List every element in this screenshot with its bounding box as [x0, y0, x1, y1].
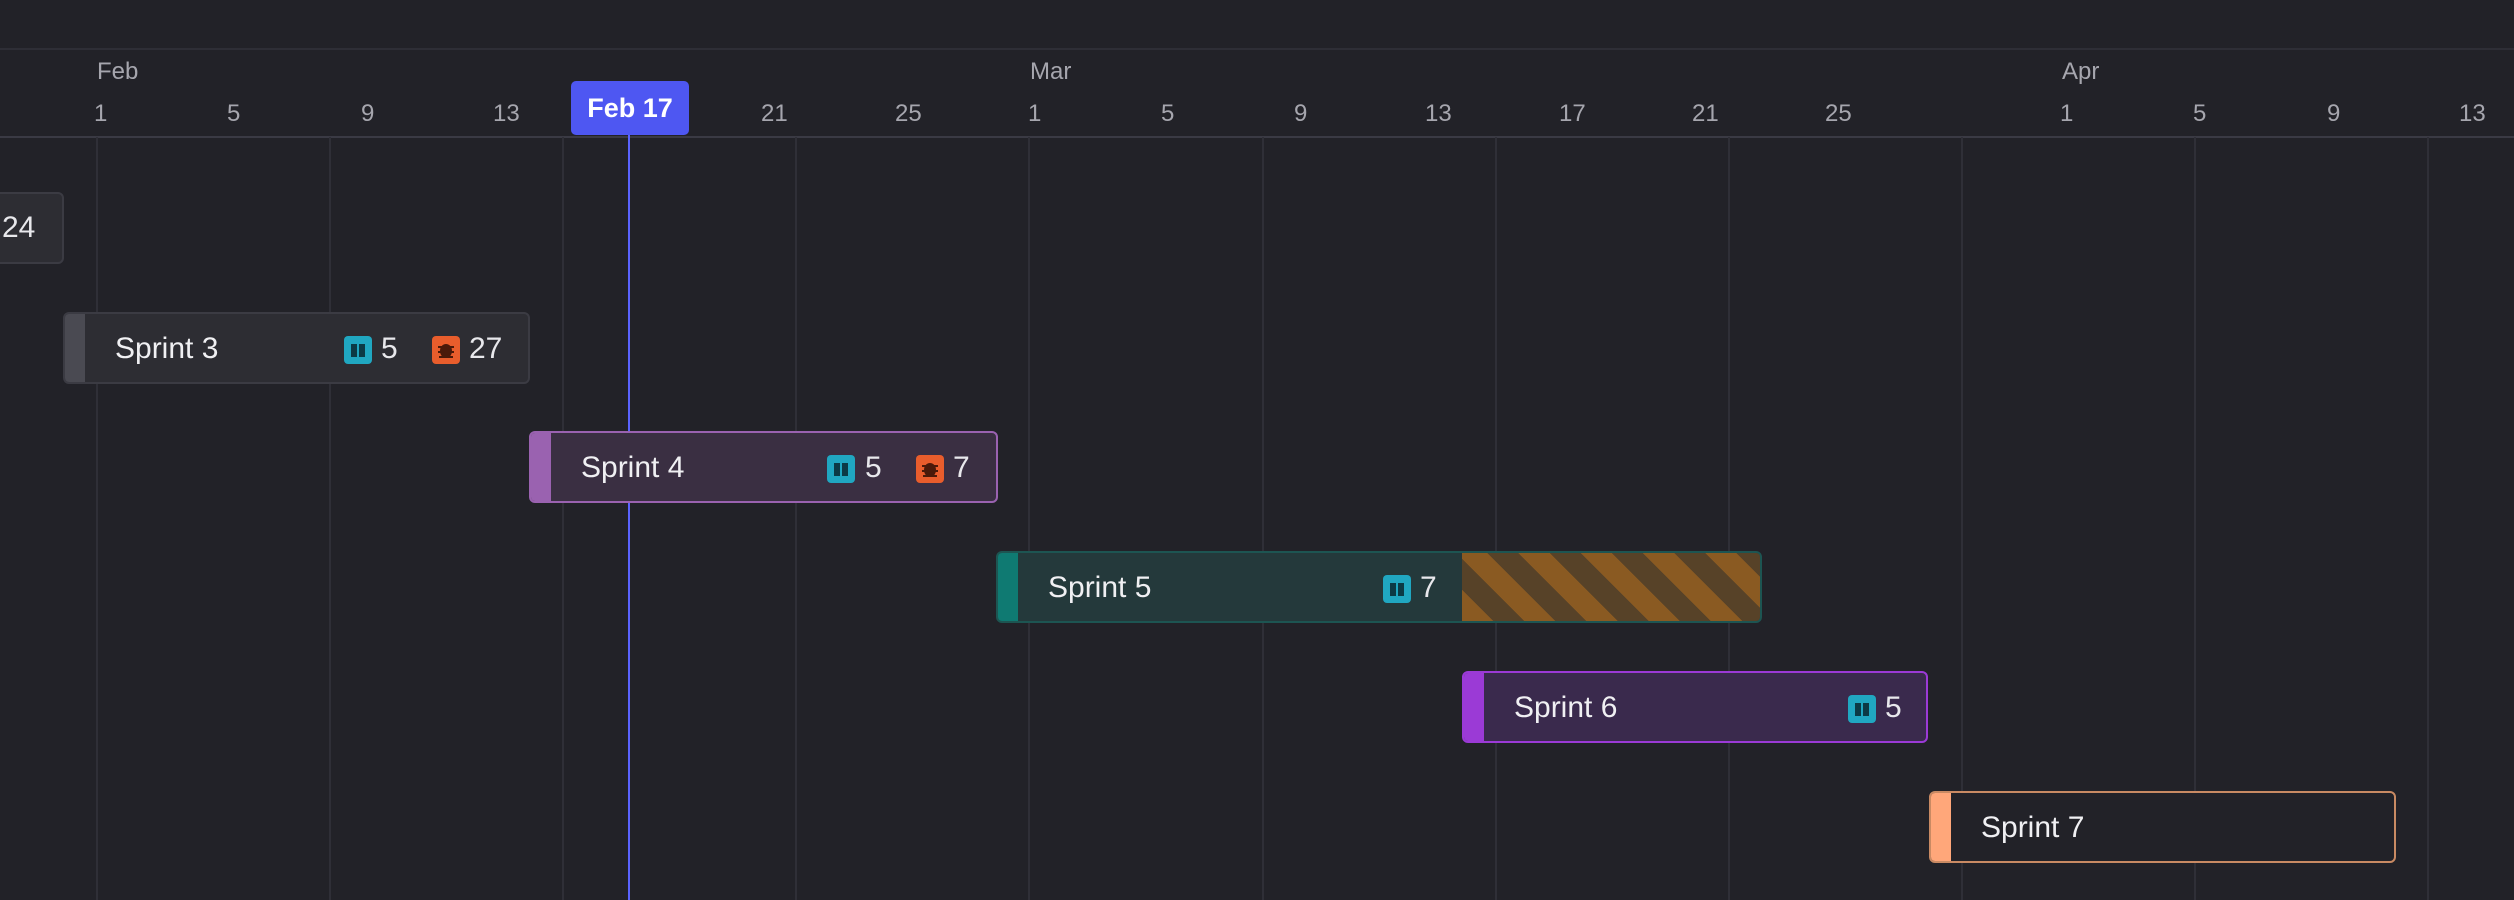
sprint-bar-sprint-5[interactable]: Sprint 5 7	[996, 551, 1762, 623]
bug-icon	[916, 455, 944, 483]
day-label: 21	[1692, 100, 1719, 127]
month-label-apr: Apr	[2062, 58, 2100, 85]
sprint-color-accent	[531, 433, 551, 501]
bug-count: 7	[953, 451, 970, 484]
sprint-bar-previous[interactable]: 24	[0, 192, 64, 264]
sprint-name: Sprint 5	[1048, 571, 1152, 604]
day-label: 25	[895, 100, 922, 127]
week-gridline	[1262, 137, 1264, 900]
day-label: 1	[2060, 100, 2074, 127]
sprint-name: Sprint 4	[581, 451, 685, 484]
top-bar	[0, 0, 2514, 50]
sprint-color-accent	[1931, 793, 1951, 861]
day-label: 1	[94, 100, 108, 127]
day-label: 25	[1825, 100, 1852, 127]
bug-count: 27	[469, 332, 503, 365]
day-label: 5	[227, 100, 241, 127]
story-icon	[827, 455, 855, 483]
day-label: 5	[2193, 100, 2207, 127]
day-label: 17	[1559, 100, 1586, 127]
week-gridline	[1495, 137, 1497, 900]
story-icon	[1848, 695, 1876, 723]
month-label-mar: Mar	[1030, 58, 1072, 85]
day-label: 1	[1028, 100, 1042, 127]
sprint-name: Sprint 6	[1514, 691, 1618, 724]
sprint-name: Sprint 7	[1981, 811, 2085, 844]
bug-count: 24	[2, 211, 36, 244]
week-gridline	[1728, 137, 1730, 900]
sprint-bar-sprint-4[interactable]: Sprint 4 5 7	[529, 431, 998, 503]
timeline-header	[0, 50, 2514, 138]
bug-icon	[432, 336, 460, 364]
day-label: 13	[493, 100, 520, 127]
sprint-color-accent	[65, 314, 85, 382]
story-count: 5	[381, 332, 398, 365]
story-icon	[344, 336, 372, 364]
month-label-feb: Feb	[97, 58, 139, 85]
sprint-bar-sprint-6[interactable]: Sprint 6 5	[1462, 671, 1928, 743]
week-gridline	[795, 137, 797, 900]
story-count: 7	[1420, 571, 1437, 604]
day-label: 9	[1294, 100, 1308, 127]
story-count: 5	[1885, 691, 1902, 724]
sprint-bar-sprint-7[interactable]: Sprint 7	[1929, 791, 2396, 863]
story-icon	[1383, 575, 1411, 603]
week-gridline	[2194, 137, 2196, 900]
day-label: 5	[1161, 100, 1175, 127]
story-count: 5	[865, 451, 882, 484]
sprint-color-accent	[1464, 673, 1484, 741]
day-label: 21	[761, 100, 788, 127]
week-gridline	[2427, 137, 2429, 900]
week-gridline	[329, 137, 331, 900]
week-gridline	[1961, 137, 1963, 900]
week-gridline	[1028, 137, 1030, 900]
today-badge[interactable]: Feb 17	[571, 81, 689, 135]
sprint-color-accent	[998, 553, 1018, 621]
sprint-name: Sprint 3	[115, 332, 219, 365]
week-gridline	[96, 137, 98, 900]
day-label: 13	[2459, 100, 2486, 127]
day-label: 9	[361, 100, 375, 127]
day-label: 13	[1425, 100, 1452, 127]
day-label: 9	[2327, 100, 2341, 127]
sprint-bar-sprint-3[interactable]: Sprint 3 5 27	[63, 312, 530, 384]
overdue-extension	[1462, 553, 1760, 621]
week-gridline	[562, 137, 564, 900]
